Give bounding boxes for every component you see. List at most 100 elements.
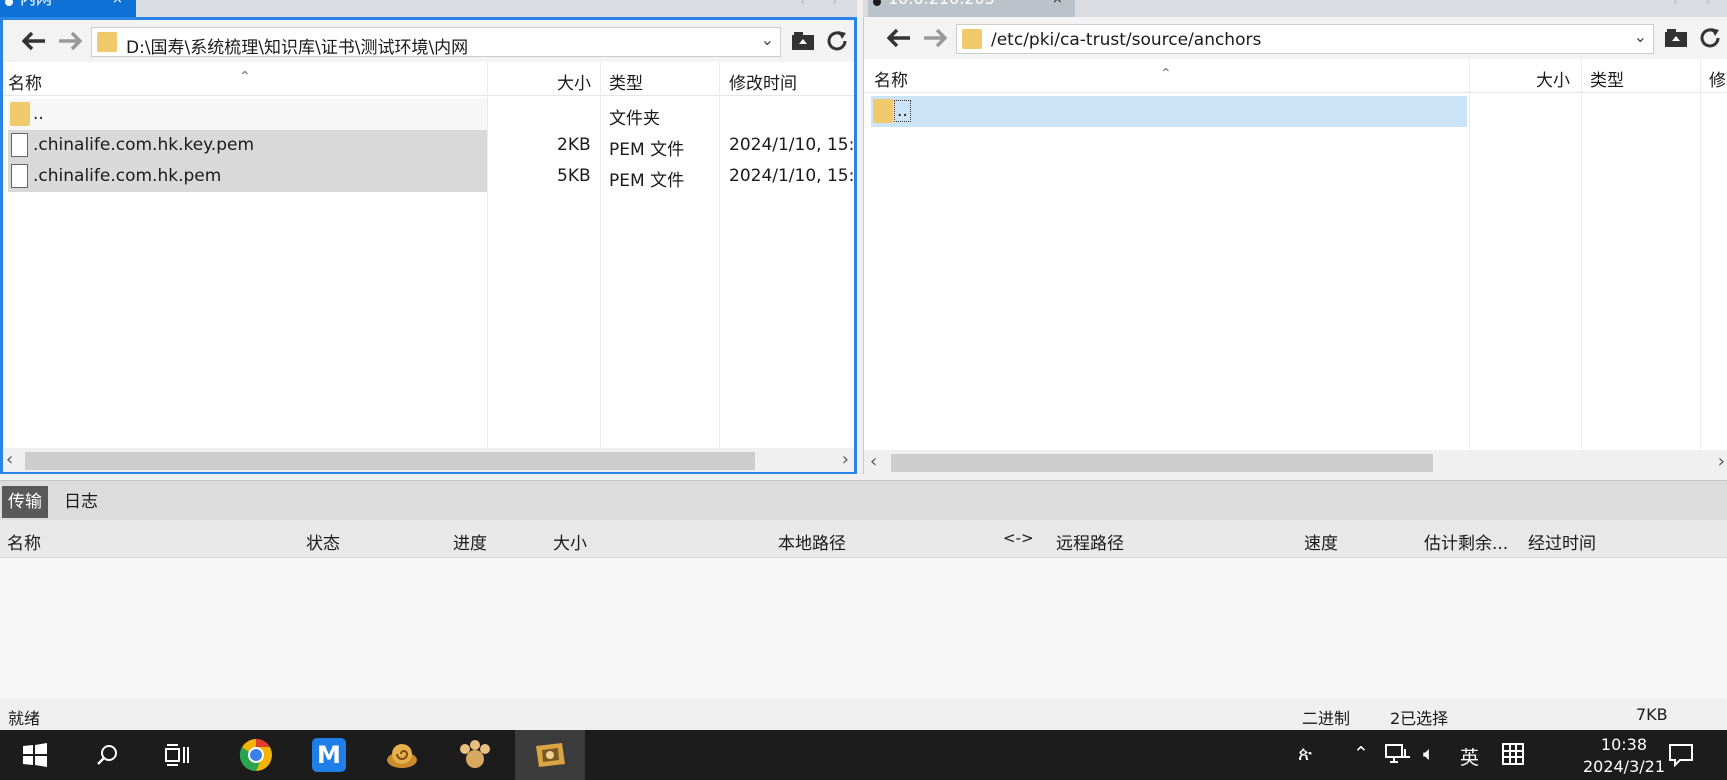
local-column-header: 名称 ⌃ 大小 类型 修改时间 [3, 62, 854, 96]
folder-icon [97, 32, 117, 52]
horizontal-scrollbar[interactable]: ‹ › [864, 450, 1727, 474]
col-name[interactable]: 名称 [7, 529, 41, 554]
chevron-down-icon[interactable]: ⌄ [761, 30, 774, 49]
snail-app-icon[interactable] [376, 730, 428, 780]
tab-transfer[interactable]: 传输 [2, 486, 48, 518]
scroll-left-icon[interactable]: ‹ [870, 451, 877, 472]
list-item[interactable]: .chinalife.com.hk.pem 5KB PEM 文件 2024/1/… [8, 161, 854, 192]
file-type: 文件夹 [609, 109, 660, 129]
open-folder-icon[interactable] [1662, 25, 1690, 51]
column-divider [600, 62, 601, 448]
local-pane: D:\国寿\系统梳理\知识库\证书\测试环境\内网 ⌄ 名称 ⌃ 大小 类型 修… [0, 17, 857, 474]
column-divider [1581, 59, 1582, 450]
tab-local[interactable]: 内网 × [0, 0, 136, 17]
open-folder-icon[interactable] [789, 28, 817, 54]
folder-icon [962, 29, 982, 49]
close-icon[interactable]: × [112, 0, 123, 6]
list-item[interactable]: .chinalife.com.hk.key.pem 2KB PEM 文件 202… [8, 130, 854, 161]
col-type[interactable]: 类型 [1590, 66, 1624, 91]
col-eta[interactable]: 估计剩余... [1424, 529, 1508, 554]
notification-center-icon[interactable] [1668, 743, 1694, 772]
forward-arrow-icon[interactable] [922, 27, 948, 49]
col-size[interactable]: 大小 [553, 529, 587, 554]
scroll-thumb[interactable] [891, 454, 1433, 472]
file-size: 5KB [557, 166, 591, 186]
tab-log[interactable]: 日志 [58, 486, 104, 518]
chevron-up-icon[interactable]: ⌃ [1353, 743, 1369, 765]
col-size[interactable]: 大小 [1536, 66, 1570, 91]
col-direction[interactable]: <-> [1003, 529, 1034, 547]
file-icon [11, 164, 28, 188]
col-size[interactable]: 大小 [557, 69, 591, 94]
back-arrow-icon[interactable] [886, 27, 912, 49]
col-modified[interactable]: 修改时间 [729, 69, 797, 94]
folder-icon [10, 102, 30, 126]
clock-date: 2024/3/21 [1582, 757, 1665, 776]
remote-path-text: /etc/pki/ca-trust/source/anchors [991, 30, 1262, 50]
status-total: 7KB [1636, 705, 1668, 724]
people-icon[interactable]: ጵ [1298, 743, 1312, 765]
search-icon[interactable] [82, 730, 132, 780]
left-tab-strip: 内网 × ‹ › [0, 0, 857, 17]
refresh-icon[interactable] [1696, 25, 1724, 51]
file-modified: 2024/1/10, 15: [729, 166, 855, 186]
col-remote-path[interactable]: 远程路径 [1056, 529, 1124, 554]
scroll-right-icon[interactable]: › [1718, 451, 1725, 472]
local-path-text: D:\国寿\系统梳理\知识库\证书\测试环境\内网 [126, 38, 469, 58]
col-name[interactable]: 名称 [8, 69, 42, 94]
col-speed[interactable]: 速度 [1304, 529, 1338, 554]
column-divider [1469, 59, 1470, 450]
col-type[interactable]: 类型 [609, 69, 643, 94]
back-arrow-icon[interactable] [21, 30, 47, 52]
col-local-path[interactable]: 本地路径 [778, 529, 846, 554]
ime-mode-icon[interactable] [1502, 743, 1524, 770]
chevron-down-icon[interactable]: ⌄ [1634, 27, 1647, 46]
col-progress[interactable]: 进度 [453, 529, 487, 554]
scroll-left-icon[interactable]: ‹ [6, 449, 13, 470]
local-path-box[interactable]: D:\国寿\系统梳理\知识库\证书\测试环境\内网 ⌄ [91, 27, 781, 58]
remote-column-header: 名称 ⌃ 大小 类型 修 [864, 59, 1727, 93]
status-ready: 就绪 [8, 709, 41, 728]
remote-path-box[interactable]: /etc/pki/ca-trust/source/anchors ⌄ [956, 24, 1654, 54]
col-name[interactable]: 名称 [874, 66, 908, 91]
transfer-tabs: 传输 日志 [0, 480, 1727, 520]
volume-icon[interactable]: 🔈︎ [1423, 743, 1434, 765]
status-mode: 二进制 [1302, 709, 1351, 728]
scroll-right-icon[interactable]: › [842, 449, 849, 470]
close-icon[interactable]: × [1052, 0, 1063, 6]
col-status[interactable]: 状态 [306, 529, 340, 554]
list-item[interactable]: .. 文件夹 [8, 99, 660, 130]
file-modified: 2024/1/10, 15: [729, 135, 855, 155]
tab-remote-label: 10.0.210.205 [888, 0, 995, 8]
tab-scroll-right-icon[interactable]: › [1705, 0, 1711, 10]
transfer-column-header: 名称 状态 进度 大小 本地路径 <-> 远程路径 速度 估计剩余... 经过时… [0, 520, 1727, 558]
tab-status-dot [5, 0, 13, 6]
scroll-thumb[interactable] [25, 452, 755, 470]
ftp-client-icon [536, 743, 565, 767]
status-bar: 就绪 二进制 2已选择 7KB [0, 698, 1727, 730]
task-view-icon[interactable] [153, 730, 203, 780]
tab-scroll-left-icon[interactable]: ‹ [1673, 0, 1679, 10]
transfer-list[interactable] [0, 558, 1727, 698]
col-elapsed[interactable]: 经过时间 [1528, 529, 1596, 554]
network-icon[interactable] [1385, 743, 1411, 770]
forward-arrow-icon[interactable] [57, 30, 83, 52]
horizontal-scrollbar[interactable]: ‹ › [3, 448, 854, 472]
file-name: .chinalife.com.hk.key.pem [33, 135, 255, 155]
input-language-indicator[interactable]: 英 [1460, 743, 1479, 770]
file-type: PEM 文件 [609, 140, 685, 160]
sort-caret-icon: ⌃ [239, 69, 251, 85]
refresh-icon[interactable] [823, 28, 851, 54]
list-item[interactable]: .. [871, 96, 1467, 127]
paw-app-icon[interactable] [449, 730, 501, 780]
sort-caret-icon: ⌃ [1160, 66, 1172, 82]
col-modified[interactable]: 修 [1709, 66, 1726, 91]
ftp-client-taskbar-button[interactable] [515, 730, 585, 780]
mail-app-icon[interactable]: M [303, 730, 355, 780]
tab-remote[interactable]: 10.0.210.205 × [868, 0, 1075, 17]
tab-scroll-right-icon[interactable]: › [832, 0, 838, 10]
tab-scroll-left-icon[interactable]: ‹ [800, 0, 806, 10]
chrome-icon[interactable] [230, 730, 282, 780]
start-button[interactable] [10, 730, 60, 780]
system-clock[interactable]: 10:38 2024/3/21 [1583, 734, 1665, 778]
